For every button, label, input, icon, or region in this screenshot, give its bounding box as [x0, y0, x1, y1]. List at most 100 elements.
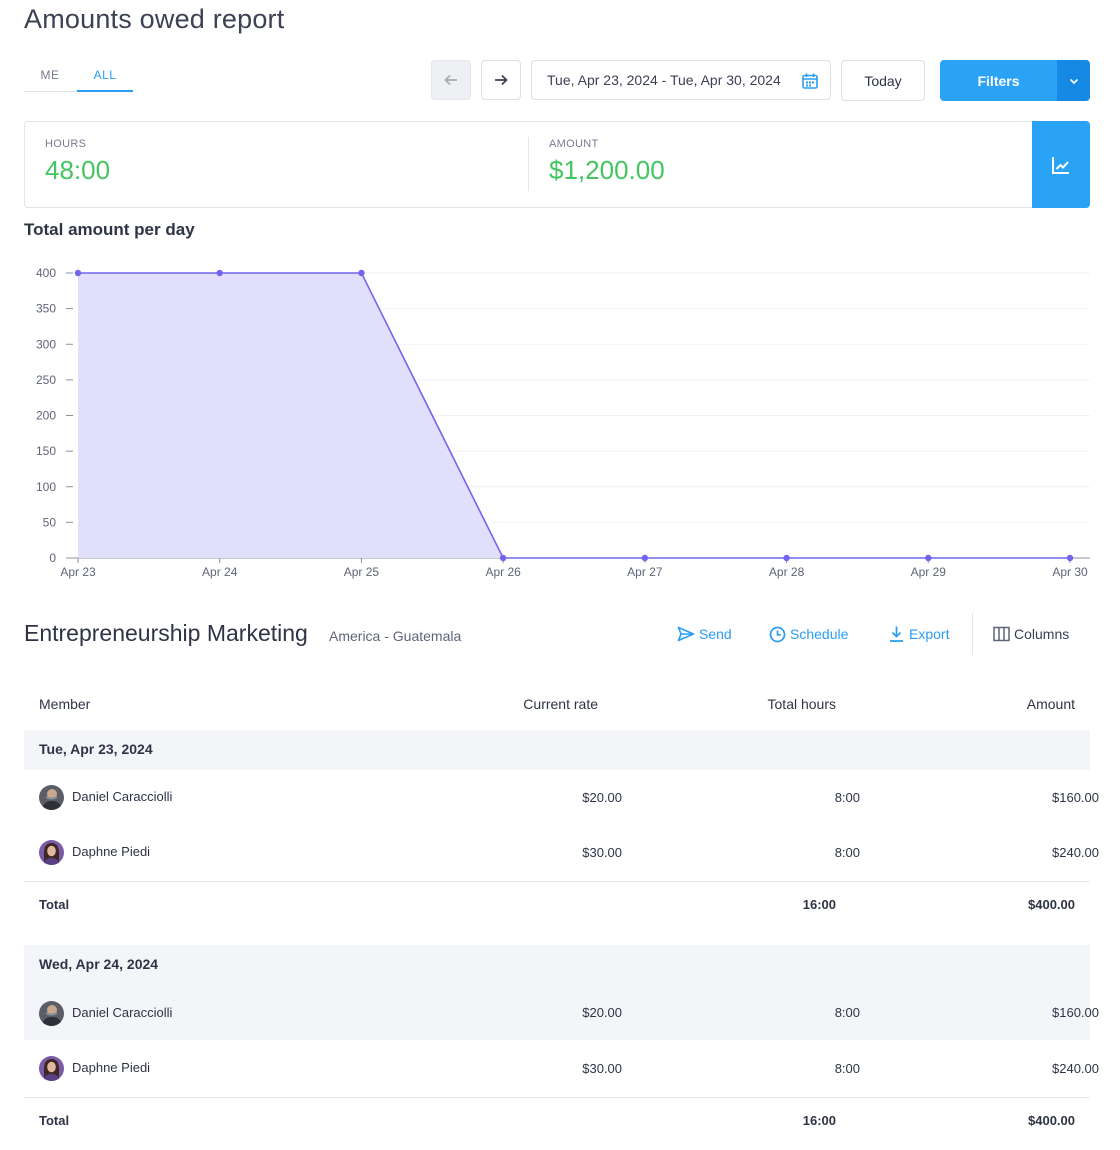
x-tick-label: Apr 23 — [60, 565, 96, 579]
member-name: Daphne Piedi — [72, 1060, 151, 1075]
export-button[interactable]: Export — [888, 624, 949, 644]
group-date: Tue, Apr 23, 2024 — [39, 741, 153, 757]
download-icon — [890, 626, 903, 642]
hours-cell: 8:00 — [834, 790, 860, 805]
previous-period-button[interactable] — [431, 60, 471, 100]
page-title: Amounts owed report — [24, 4, 285, 34]
data-point — [74, 269, 82, 277]
date-group-header: Wed, Apr 24, 2024 — [24, 945, 1090, 985]
total-hours: 16:00 — [802, 1113, 836, 1128]
y-tick-label: 100 — [36, 480, 56, 494]
date-group-header: Tue, Apr 23, 2024 — [24, 730, 1090, 770]
project-name: Entrepreneurship Marketing — [24, 620, 308, 646]
actions-divider — [972, 613, 973, 655]
member-name: Daniel Caracciolli — [72, 789, 173, 804]
line-chart-icon — [1052, 156, 1069, 174]
y-tick-label: 350 — [36, 302, 56, 316]
clock-icon — [769, 626, 786, 642]
group-date: Wed, Apr 24, 2024 — [39, 956, 159, 972]
y-tick-label: 50 — [43, 515, 57, 529]
send-label: Send — [699, 626, 732, 642]
column-header-member[interactable]: Member — [39, 696, 90, 712]
columns-label: Columns — [1014, 626, 1070, 642]
rate-cell: $20.00 — [582, 1005, 622, 1020]
total-row: Total 16:00 $400.00 — [24, 881, 1090, 927]
table-row: Daniel Caracciolli $20.00 8:00 $160.00 — [24, 770, 1099, 825]
column-header-rate[interactable]: Current rate — [478, 696, 598, 712]
rate-cell: $30.00 — [582, 1061, 622, 1076]
export-label: Export — [909, 626, 950, 642]
arrow-right-icon — [495, 74, 508, 86]
tab-me[interactable]: ME — [24, 62, 76, 92]
hours-cell: 8:00 — [834, 845, 860, 860]
x-tick-label: Apr 25 — [344, 565, 380, 579]
columns-button[interactable]: Columns — [993, 624, 1069, 644]
amount-label: AMOUNT — [549, 138, 599, 150]
member-name: Daphne Piedi — [72, 844, 151, 859]
send-button[interactable]: Send — [677, 624, 732, 644]
column-header-hours[interactable]: Total hours — [716, 696, 836, 712]
columns-icon — [993, 626, 1010, 642]
schedule-button[interactable]: Schedule — [769, 624, 848, 644]
data-point — [925, 554, 932, 562]
amount-value: $1,200.00 — [549, 155, 665, 185]
total-hours: 16:00 — [802, 897, 836, 912]
today-button[interactable]: Today — [841, 60, 925, 101]
schedule-label: Schedule — [790, 626, 849, 642]
x-tick-label: Apr 30 — [1052, 565, 1088, 579]
x-tick-label: Apr 26 — [485, 565, 521, 579]
y-tick-label: 200 — [36, 409, 56, 423]
data-point — [641, 554, 649, 562]
total-label: Total — [39, 1113, 70, 1128]
x-tick-label: Apr 24 — [202, 565, 238, 579]
avatar — [39, 1056, 64, 1081]
y-tick-label: 400 — [36, 266, 56, 280]
summary-divider — [528, 137, 529, 191]
amount-cell: $240.00 — [1052, 1061, 1099, 1076]
area-chart: 0 50 100 150 200 250 300 350 400 Apr 23 Apr 24 Apr … — [36, 266, 1090, 579]
y-tick-label: 300 — [36, 337, 56, 351]
hours-cell: 8:00 — [834, 1061, 860, 1076]
member-name: Daniel Caracciolli — [72, 1005, 173, 1020]
table-row: Daphne Piedi $30.00 8:00 $240.00 — [24, 1041, 1099, 1096]
rate-cell: $30.00 — [582, 845, 622, 860]
filters-dropdown-button[interactable] — [1057, 60, 1090, 101]
table-row: Daniel Caracciolli $20.00 8:00 $160.00 — [24, 985, 1099, 1040]
send-icon — [677, 626, 695, 642]
data-point — [783, 554, 790, 562]
avatar — [39, 785, 64, 810]
y-tick-label: 0 — [49, 551, 56, 565]
hours-cell: 8:00 — [834, 1005, 860, 1020]
chart-toggle-button[interactable] — [1032, 121, 1090, 208]
data-point — [216, 269, 223, 277]
chart-title: Total amount per day — [24, 220, 195, 239]
summary-panel: HOURS 48:00 AMOUNT $1,200.00 — [24, 121, 1090, 208]
y-tick-label: 150 — [36, 444, 56, 458]
table-row: Daphne Piedi $30.00 8:00 $240.00 — [24, 825, 1099, 880]
amount-cell: $160.00 — [1052, 790, 1099, 805]
total-amount: $400.00 — [1028, 897, 1075, 912]
data-point — [499, 554, 507, 562]
calendar-icon — [802, 73, 818, 89]
total-amount: $400.00 — [1028, 1113, 1075, 1128]
x-tick-label: Apr 29 — [911, 565, 947, 579]
x-tick-label: Apr 28 — [769, 565, 805, 579]
total-label: Total — [39, 897, 70, 912]
amount-cell: $240.00 — [1052, 845, 1099, 860]
total-row: Total 16:00 $400.00 — [24, 1097, 1090, 1143]
chevron-down-icon — [1069, 78, 1078, 84]
avatar — [39, 1001, 64, 1026]
data-point — [358, 269, 365, 277]
filters-button[interactable]: Filters — [940, 60, 1057, 101]
x-tick-label: Apr 27 — [627, 565, 663, 579]
column-header-amount[interactable]: Amount — [955, 696, 1075, 712]
next-period-button[interactable] — [481, 60, 521, 100]
tab-all[interactable]: ALL — [77, 62, 133, 92]
amount-cell: $160.00 — [1052, 1005, 1099, 1020]
date-range-picker[interactable]: Tue, Apr 23, 2024 - Tue, Apr 30, 2024 — [531, 60, 831, 100]
arrow-left-icon — [444, 74, 457, 86]
data-point — [1066, 554, 1074, 562]
project-location: America - Guatemala — [329, 628, 462, 644]
date-range-text: Tue, Apr 23, 2024 - Tue, Apr 30, 2024 — [547, 72, 781, 88]
avatar — [39, 840, 64, 865]
